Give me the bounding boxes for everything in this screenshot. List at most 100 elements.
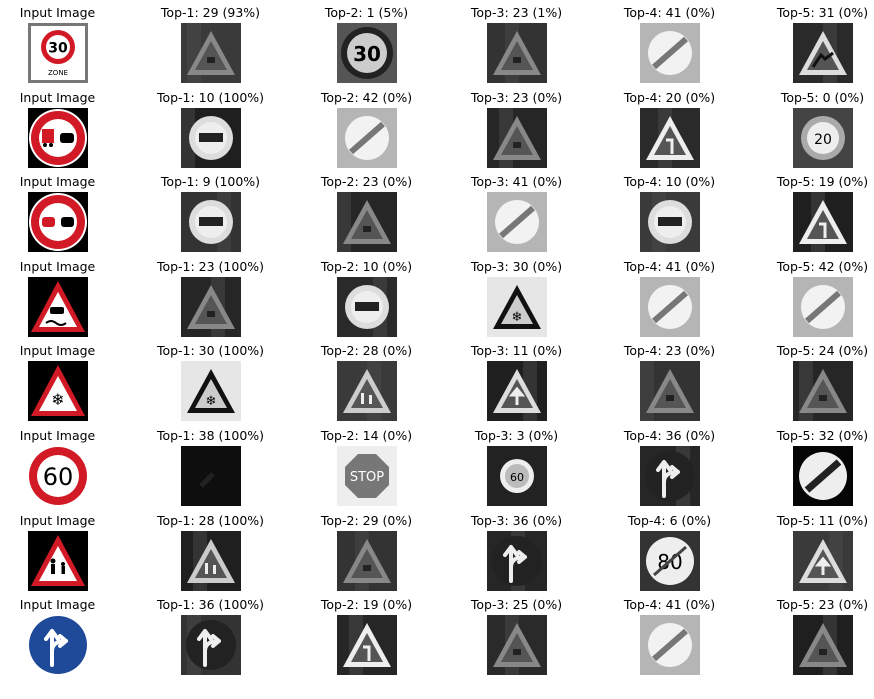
children-crossing-sign-icon [27, 531, 88, 591]
prediction-label: Top-2: 10 (0%) [320, 259, 413, 274]
svg-text:❄: ❄ [205, 394, 216, 409]
straight-or-right-icon [486, 531, 547, 591]
prediction-cell: Top-5: 11 (0%) [750, 513, 874, 591]
end-restriction-icon [486, 192, 547, 252]
prediction-label: Top-4: 10 (0%) [623, 174, 716, 189]
triangle-warning-icon [792, 361, 853, 421]
prediction-label: Top-1: 38 (100%) [156, 428, 265, 443]
prediction-label: Top-1: 10 (100%) [156, 90, 265, 105]
svg-text:60: 60 [42, 463, 73, 491]
prediction-cell: Top-2: 19 (0%) [294, 597, 439, 675]
prediction-grid: Input Image 30 ZONE Top-1: 29 (93%) Top-2… [0, 0, 874, 699]
svg-text:❄: ❄ [51, 390, 64, 409]
prediction-label: Top-4: 41 (0%) [623, 5, 716, 20]
prediction-label: Top-4: 6 (0%) [627, 513, 712, 528]
input-image-cell: Input Image [0, 513, 130, 591]
prediction-label: Top-1: 23 (100%) [156, 259, 265, 274]
prediction-label: Top-5: 24 (0%) [776, 343, 869, 358]
prediction-label: Top-5: 19 (0%) [776, 174, 869, 189]
prediction-label: Top-2: 42 (0%) [320, 90, 413, 105]
prediction-cell: Top-5: 23 (0%) [750, 597, 874, 675]
prediction-label: Top-1: 29 (93%) [160, 5, 261, 20]
prediction-label: Top-1: 36 (100%) [156, 597, 265, 612]
triangle-warning-icon [336, 192, 397, 252]
no-overtaking-sign-icon [27, 192, 88, 252]
prediction-cell: Top-5: 19 (0%) [750, 174, 874, 252]
prediction-label: Top-3: 36 (0%) [470, 513, 563, 528]
prediction-label: Top-2: 23 (0%) [320, 174, 413, 189]
stop-sign-icon: STOP [336, 446, 397, 506]
prediction-label: Top-5: 42 (0%) [776, 259, 869, 274]
prediction-cell: Top-1: 9 (100%) [138, 174, 283, 252]
svg-text:ZONE: ZONE [48, 69, 68, 77]
circle-no-overtaking-icon [336, 277, 397, 337]
input-image-label: Input Image [19, 597, 96, 612]
input-image-label: Input Image [19, 5, 96, 20]
svg-text:30: 30 [353, 42, 381, 66]
slippery-road-sign-icon [27, 277, 88, 337]
prediction-label: Top-3: 23 (1%) [470, 5, 563, 20]
prediction-label: Top-3: 41 (0%) [470, 174, 563, 189]
snow-warning-sign-icon: ❄ [27, 361, 88, 421]
end-restriction-icon [336, 108, 397, 168]
triangle-warning-icon [639, 361, 700, 421]
end-restriction-icon [639, 23, 700, 83]
circle-60-icon: 60 [486, 446, 547, 506]
speed-30-zone-sign-icon: 30 ZONE [27, 23, 88, 83]
prediction-label: Top-2: 29 (0%) [320, 513, 413, 528]
triangle-warning-icon [486, 23, 547, 83]
prediction-label: Top-5: 31 (0%) [776, 5, 869, 20]
input-image-cell: Input Image ❄ [0, 343, 130, 421]
prediction-cell: Top-1: 29 (93%) [138, 5, 283, 83]
circle-no-overtaking-icon [639, 192, 700, 252]
prediction-cell: Top-3: 3 (0%) 60 [444, 428, 589, 506]
svg-text:❄: ❄ [511, 310, 522, 325]
prediction-label: Top-2: 28 (0%) [320, 343, 413, 358]
end-80-icon: 80 [639, 531, 700, 591]
triangle-children-icon [336, 361, 397, 421]
end-restriction-icon [792, 277, 853, 337]
prediction-label: Top-1: 30 (100%) [156, 343, 265, 358]
prediction-cell: Top-2: 1 (5%) 30 [294, 5, 439, 83]
circle-no-overtaking-icon [180, 108, 241, 168]
end-restriction-icon [639, 615, 700, 675]
input-image-label: Input Image [19, 259, 96, 274]
input-image-label: Input Image [19, 428, 96, 443]
prediction-cell: Top-2: 28 (0%) [294, 343, 439, 421]
prediction-cell: Top-3: 36 (0%) [444, 513, 589, 591]
input-image-cell: Input Image [0, 597, 130, 675]
prediction-cell: Top-4: 23 (0%) [597, 343, 742, 421]
input-image-label: Input Image [19, 174, 96, 189]
prediction-cell: Top-2: 42 (0%) [294, 90, 439, 168]
svg-text:20: 20 [814, 132, 832, 148]
prediction-cell: Top-5: 24 (0%) [750, 343, 874, 421]
input-image-cell: Input Image [0, 259, 130, 337]
prediction-cell: Top-4: 10 (0%) [597, 174, 742, 252]
prediction-cell: Top-2: 29 (0%) [294, 513, 439, 591]
go-straight-or-right-sign-icon [27, 615, 88, 675]
prediction-cell: Top-3: 30 (0%) ❄ [444, 259, 589, 337]
prediction-label: Top-4: 41 (0%) [623, 259, 716, 274]
prediction-cell: Top-1: 28 (100%) [138, 513, 283, 591]
triangle-snow-icon: ❄ [180, 361, 241, 421]
prediction-label: Top-3: 11 (0%) [470, 343, 563, 358]
input-image-cell: Input Image 30 ZONE [0, 5, 130, 83]
input-image-label: Input Image [19, 343, 96, 358]
prediction-cell: Top-3: 41 (0%) [444, 174, 589, 252]
triangle-arrow-icon [486, 361, 547, 421]
prediction-label: Top-3: 3 (0%) [474, 428, 559, 443]
prediction-label: Top-4: 20 (0%) [623, 90, 716, 105]
triangle-animal-icon [792, 23, 853, 83]
triangle-warning-icon [486, 615, 547, 675]
prediction-label: Top-5: 11 (0%) [776, 513, 869, 528]
triangle-curve-icon [639, 108, 700, 168]
circle-30-icon: 30 [336, 23, 397, 83]
prediction-cell: Top-5: 32 (0%) [750, 428, 874, 506]
svg-text:30: 30 [48, 41, 68, 57]
prediction-label: Top-4: 23 (0%) [623, 343, 716, 358]
triangle-warning-icon [180, 23, 241, 83]
triangle-children-icon [180, 531, 241, 591]
prediction-label: Top-1: 9 (100%) [160, 174, 261, 189]
input-image-label: Input Image [19, 513, 96, 528]
prediction-cell: Top-2: 23 (0%) [294, 174, 439, 252]
